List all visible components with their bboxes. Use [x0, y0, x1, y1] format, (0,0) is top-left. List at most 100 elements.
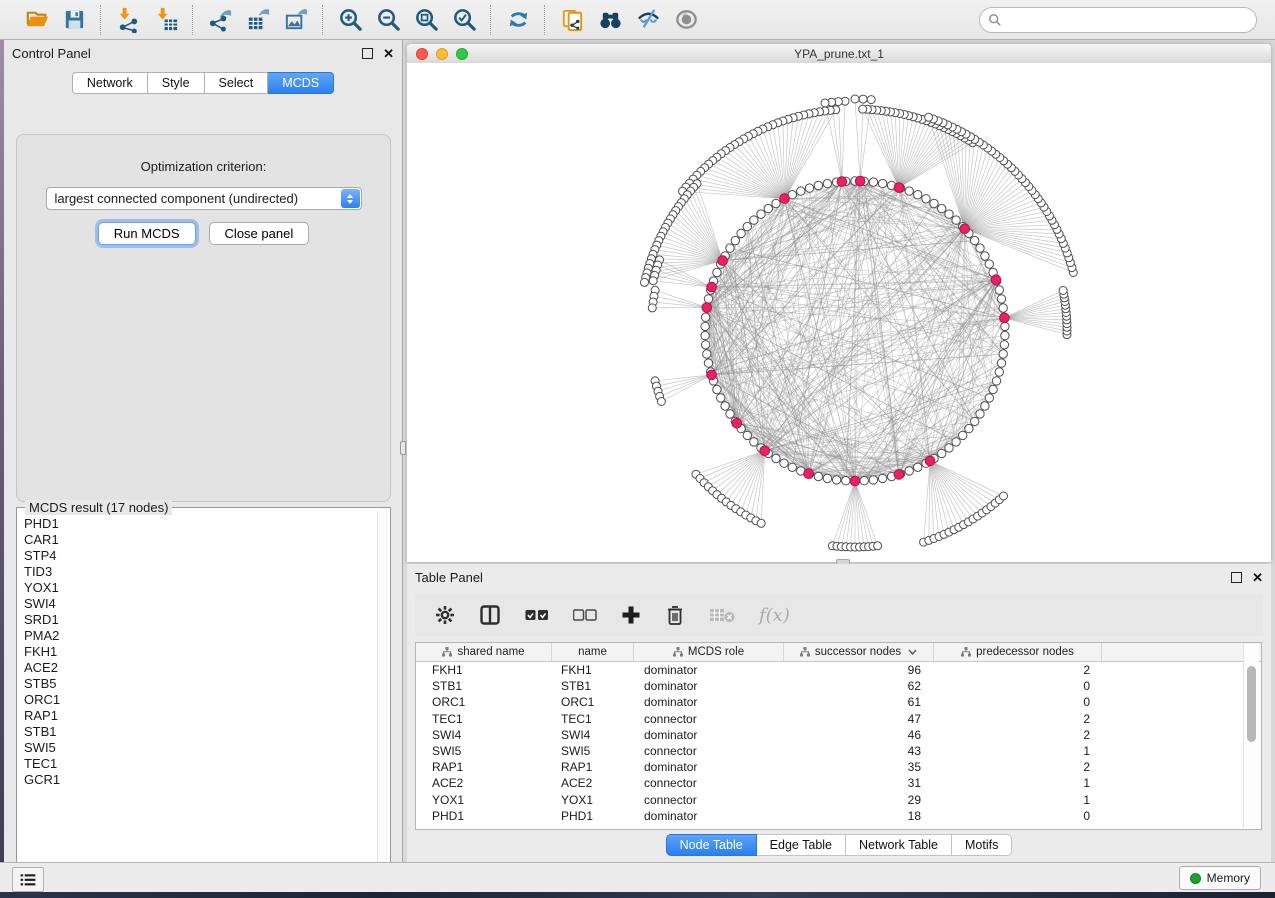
network-window-titlebar[interactable]: YPA_prune.txt_1: [407, 44, 1271, 64]
search-box[interactable]: [979, 7, 1257, 33]
column-header[interactable]: name: [552, 643, 634, 661]
table-row[interactable]: SWI4SWI4dominator462: [416, 727, 1261, 743]
deselect-all-checkboxes-icon[interactable]: [573, 609, 597, 622]
float-table-panel-icon[interactable]: [1231, 572, 1242, 583]
binoculars-icon[interactable]: [594, 4, 626, 36]
gear-icon[interactable]: [435, 605, 455, 625]
table-row[interactable]: TEC1TEC1connector472: [416, 711, 1261, 727]
list-item[interactable]: TEC1: [24, 756, 377, 772]
list-item[interactable]: PMA2: [24, 628, 377, 644]
clone-network-document-icon[interactable]: [556, 4, 588, 36]
network-graph[interactable]: [407, 63, 1271, 562]
table-row[interactable]: FKH1FKH1dominator962: [416, 662, 1261, 678]
tab-node-table[interactable]: Node Table: [666, 834, 757, 856]
list-item[interactable]: PHD1: [24, 516, 377, 532]
export-table-icon[interactable]: [242, 4, 274, 36]
split-columns-icon[interactable]: [479, 604, 501, 626]
list-item[interactable]: STP4: [24, 548, 377, 564]
tab-edge-table[interactable]: Edge Table: [757, 834, 846, 856]
memory-button[interactable]: Memory: [1179, 866, 1261, 890]
column-header[interactable]: shared name: [416, 643, 552, 661]
zoom-out-icon[interactable]: [372, 4, 404, 36]
run-mcds-button[interactable]: Run MCDS: [98, 222, 196, 245]
tab-motifs[interactable]: Motifs: [952, 834, 1012, 856]
column-header[interactable]: MCDS role: [634, 643, 784, 661]
network-canvas[interactable]: [407, 63, 1271, 562]
table-row[interactable]: STB1STB1dominator620: [416, 678, 1261, 694]
optimization-criterion-label: Optimization criterion:: [17, 159, 390, 174]
list-item[interactable]: ORC1: [24, 692, 377, 708]
show-graphics-details-icon[interactable]: [670, 4, 702, 36]
tab-mcds[interactable]: MCDS: [268, 72, 334, 94]
list-item[interactable]: FKH1: [24, 644, 377, 660]
table-row[interactable]: ACE2ACE2connector311: [416, 775, 1261, 791]
zoom-selected-icon[interactable]: [448, 4, 480, 36]
function-builder-icon[interactable]: f(x): [759, 605, 790, 626]
save-session-icon[interactable]: [58, 4, 90, 36]
zoom-in-icon[interactable]: [334, 4, 366, 36]
close-table-panel-icon[interactable]: ✕: [1252, 571, 1263, 584]
list-item[interactable]: SWI4: [24, 596, 377, 612]
tab-network-table[interactable]: Network Table: [846, 834, 952, 856]
table-scrollbar-thumb[interactable]: [1247, 666, 1256, 742]
table-cell: FKH1: [416, 663, 552, 677]
table-scrollbar[interactable]: [1243, 644, 1259, 828]
table-cell: SWI5: [416, 744, 552, 758]
list-item[interactable]: SWI5: [24, 740, 377, 756]
list-item[interactable]: ACE2: [24, 660, 377, 676]
table-cell: SWI4: [552, 728, 634, 742]
table-cell: 2: [934, 728, 1102, 742]
table-cell: 46: [784, 728, 934, 742]
list-item[interactable]: CAR1: [24, 532, 377, 548]
table-row[interactable]: SWI5SWI5connector431: [416, 743, 1261, 759]
import-table-icon[interactable]: [150, 4, 182, 36]
import-network-icon[interactable]: [112, 4, 144, 36]
close-panel-icon[interactable]: ✕: [383, 47, 394, 60]
node-table: shared namenameMCDS role successor nodes p…: [415, 642, 1262, 830]
list-item[interactable]: SRD1: [24, 612, 377, 628]
task-history-button[interactable]: [12, 867, 44, 892]
open-folder-icon[interactable]: [20, 4, 52, 36]
search-input[interactable]: [1007, 12, 1256, 28]
column-header[interactable]: predecessor nodes: [934, 643, 1102, 661]
zoom-fit-icon[interactable]: [410, 4, 442, 36]
close-panel-button[interactable]: Close panel: [209, 222, 310, 245]
optimization-criterion-select[interactable]: largest connected component (undirected): [46, 187, 362, 210]
vertical-splitter-handle[interactable]: [400, 441, 406, 455]
tab-network[interactable]: Network: [72, 72, 148, 94]
table-cell: 31: [784, 776, 934, 790]
hide-graphics-details-icon[interactable]: [632, 4, 664, 36]
delete-column-icon[interactable]: [665, 604, 685, 626]
table-row[interactable]: YOX1YOX1connector291: [416, 792, 1261, 808]
list-item[interactable]: STB5: [24, 676, 377, 692]
list-item[interactable]: GCR1: [24, 772, 377, 788]
list-item[interactable]: TID3: [24, 564, 377, 580]
tab-style[interactable]: Style: [148, 72, 205, 94]
tab-select[interactable]: Select: [205, 72, 269, 94]
table-cell: 2: [934, 663, 1102, 677]
table-row[interactable]: ORC1ORC1dominator610: [416, 694, 1261, 710]
export-network-icon[interactable]: [204, 4, 236, 36]
add-column-icon[interactable]: [621, 605, 641, 625]
float-panel-icon[interactable]: [362, 48, 373, 59]
list-item[interactable]: RAP1: [24, 708, 377, 724]
mcds-result-list: PHD1CAR1STP4TID3YOX1SWI4SRD1PMA2FKH1ACE2…: [19, 516, 377, 878]
table-panel-title: Table Panel: [415, 570, 1231, 585]
refresh-layout-icon[interactable]: [502, 4, 534, 36]
mcds-list-scrollbar[interactable]: [377, 511, 388, 878]
list-item[interactable]: YOX1: [24, 580, 377, 596]
table-cell: 2: [934, 760, 1102, 774]
main-toolbar: [0, 0, 1275, 40]
table-cell: dominator: [634, 679, 784, 693]
column-header-label: successor nodes: [815, 646, 901, 658]
column-header[interactable]: successor nodes: [784, 643, 934, 661]
table-row[interactable]: RAP1RAP1dominator352: [416, 759, 1261, 775]
table-cell: 1: [934, 776, 1102, 790]
list-item[interactable]: STB1: [24, 724, 377, 740]
table-cell: TEC1: [552, 712, 634, 726]
export-image-icon[interactable]: [280, 4, 312, 36]
delete-table-icon[interactable]: [709, 607, 735, 623]
select-all-checkboxes-icon[interactable]: [525, 609, 549, 622]
table-cell: dominator: [634, 663, 784, 677]
table-row[interactable]: PHD1PHD1dominator180: [416, 808, 1261, 824]
